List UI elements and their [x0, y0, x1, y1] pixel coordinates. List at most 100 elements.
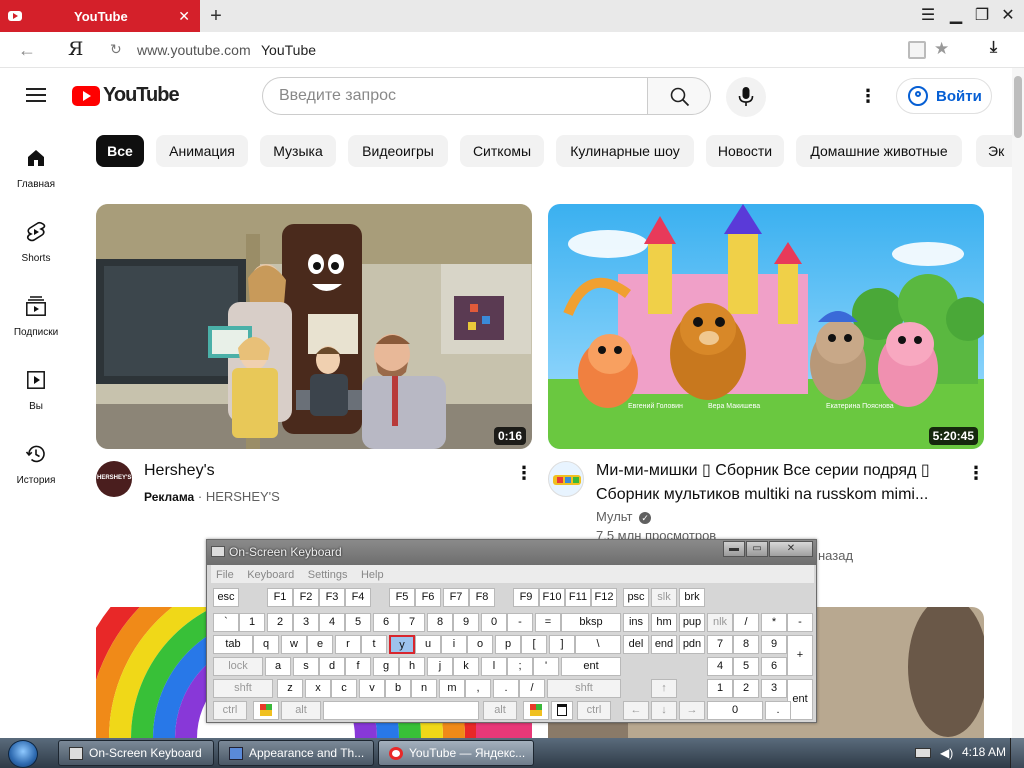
osk-key[interactable]: 5 — [345, 613, 371, 632]
voice-search-button[interactable] — [726, 77, 766, 117]
reader-mode-icon[interactable] — [908, 41, 926, 59]
browser-tab-youtube[interactable]: YouTube ✕ — [0, 0, 200, 32]
osk-key[interactable]: 6 — [373, 613, 399, 632]
osk-key[interactable]: c — [331, 679, 357, 698]
osk-key[interactable]: ] — [549, 635, 575, 654]
osk-key[interactable]: ctrl — [213, 701, 247, 720]
osk-key[interactable]: F1 — [267, 588, 293, 607]
osk-key[interactable]: pup — [679, 613, 705, 632]
osk-key-windows[interactable] — [523, 701, 549, 720]
chip-cooking-shows[interactable]: Кулинарные шоу — [556, 135, 694, 167]
chip-news[interactable]: Новости — [706, 135, 784, 167]
osk-menu-file[interactable]: File — [216, 569, 234, 581]
osk-key[interactable]: F9 — [513, 588, 539, 607]
osk-key[interactable]: nlk — [707, 613, 733, 632]
page-scrollbar[interactable] — [1012, 68, 1024, 738]
osk-key[interactable]: + — [787, 635, 813, 676]
taskbar-item-appearance[interactable]: Appearance and Th... — [218, 740, 374, 766]
osk-key[interactable]: a — [265, 657, 291, 676]
url-field[interactable]: ↻ www.youtube.com YouTube ★ — [100, 36, 962, 64]
taskbar-clock[interactable]: 4:18 AM — [962, 745, 1006, 759]
osk-key[interactable]: tab — [213, 635, 253, 654]
osk-key[interactable]: f — [345, 657, 371, 676]
osk-menu-keyboard[interactable]: Keyboard — [247, 569, 294, 581]
osk-key[interactable]: n — [411, 679, 437, 698]
sidebar-item-history[interactable]: История — [0, 432, 72, 492]
osk-key[interactable]: m — [439, 679, 465, 698]
osk-key[interactable]: ent — [561, 657, 621, 676]
osk-key[interactable]: F6 — [415, 588, 441, 607]
chip-animation[interactable]: Анимация — [156, 135, 248, 167]
osk-key[interactable]: F3 — [319, 588, 345, 607]
osk-menu-settings[interactable]: Settings — [308, 569, 348, 581]
osk-key[interactable]: 2 — [733, 679, 759, 698]
chip-sitcoms[interactable]: Ситкомы — [460, 135, 544, 167]
osk-key[interactable]: 3 — [293, 613, 319, 632]
search-box[interactable] — [262, 77, 648, 115]
osk-maximize-button[interactable]: ▭ — [746, 541, 768, 557]
video-thumbnail-mimimishki[interactable]: Евгений Головин Вера Макишева Екатерина … — [548, 204, 984, 449]
osk-key[interactable]: F7 — [443, 588, 469, 607]
close-window-icon[interactable]: ✕ — [998, 6, 1018, 26]
chip-all[interactable]: Все — [96, 135, 144, 167]
osk-key[interactable]: brk — [679, 588, 705, 607]
osk-key[interactable]: 4 — [319, 613, 345, 632]
osk-key[interactable]: p — [495, 635, 521, 654]
osk-key[interactable]: s — [293, 657, 319, 676]
close-tab-icon[interactable]: ✕ — [178, 8, 190, 25]
youtube-logo[interactable]: YouTube — [72, 84, 180, 107]
osk-key[interactable]: F4 — [345, 588, 371, 607]
osk-key[interactable]: . — [493, 679, 519, 698]
osk-key[interactable]: pdn — [679, 635, 705, 654]
taskbar-item-yandex[interactable]: YouTube — Яндекс... — [378, 740, 534, 766]
osk-key[interactable]: = — [535, 613, 561, 632]
osk-key[interactable]: i — [441, 635, 467, 654]
osk-key[interactable]: x — [305, 679, 331, 698]
video-options-icon[interactable]: ⋮ — [967, 464, 985, 484]
osk-key[interactable]: 5 — [733, 657, 759, 676]
channel-avatar-mult[interactable] — [548, 461, 584, 497]
osk-key[interactable]: g — [373, 657, 399, 676]
osk-key[interactable]: [ — [521, 635, 547, 654]
sidebar-item-subscriptions[interactable]: Подписки — [0, 284, 72, 344]
osk-menu-help[interactable]: Help — [361, 569, 384, 581]
osk-key[interactable]: l — [481, 657, 507, 676]
osk-key[interactable]: psc — [623, 588, 649, 607]
osk-key[interactable]: , — [465, 679, 491, 698]
osk-key[interactable]: 2 — [267, 613, 293, 632]
channel-name[interactable]: Мульт — [596, 509, 633, 524]
show-desktop-button[interactable] — [1010, 738, 1024, 768]
osk-key[interactable]: / — [733, 613, 759, 632]
osk-key[interactable]: ↑ — [651, 679, 677, 698]
osk-key[interactable]: q — [253, 635, 279, 654]
video-options-icon[interactable]: ⋮ — [515, 464, 533, 484]
tray-volume-icon[interactable]: ◀) — [940, 746, 953, 760]
osk-key[interactable]: * — [761, 613, 787, 632]
back-arrow-icon[interactable]: ← — [18, 40, 36, 61]
osk-key[interactable]: / — [519, 679, 545, 698]
browser-menu-icon[interactable]: ☰ — [918, 6, 938, 26]
osk-key[interactable]: - — [787, 613, 813, 632]
osk-key[interactable]: 9 — [453, 613, 479, 632]
osk-key[interactable]: ` — [213, 613, 239, 632]
osk-key[interactable]: F11 — [565, 588, 591, 607]
osk-titlebar[interactable]: On-Screen Keyboard ▬ ▭ ✕ — [207, 540, 816, 565]
osk-key[interactable]: 3 — [761, 679, 787, 698]
osk-key[interactable]: - — [507, 613, 533, 632]
chip-music[interactable]: Музыка — [260, 135, 336, 167]
url-page-title[interactable]: YouTube — [261, 42, 316, 58]
osk-key[interactable]: y — [389, 635, 415, 654]
reload-icon[interactable]: ↻ — [110, 41, 122, 58]
osk-key[interactable]: ins — [623, 613, 649, 632]
osk-key[interactable]: v — [359, 679, 385, 698]
sidebar-item-shorts[interactable]: Shorts — [0, 210, 72, 270]
channel-name[interactable]: HERSHEY'S — [206, 489, 280, 504]
osk-key[interactable]: 1 — [707, 679, 733, 698]
osk-key[interactable]: del — [623, 635, 649, 654]
osk-key[interactable]: j — [427, 657, 453, 676]
osk-key-windows[interactable] — [253, 701, 279, 720]
osk-key[interactable]: e — [307, 635, 333, 654]
chip-more[interactable]: Эк — [976, 135, 1012, 167]
osk-key[interactable]: F2 — [293, 588, 319, 607]
osk-key[interactable]: 0 — [481, 613, 507, 632]
